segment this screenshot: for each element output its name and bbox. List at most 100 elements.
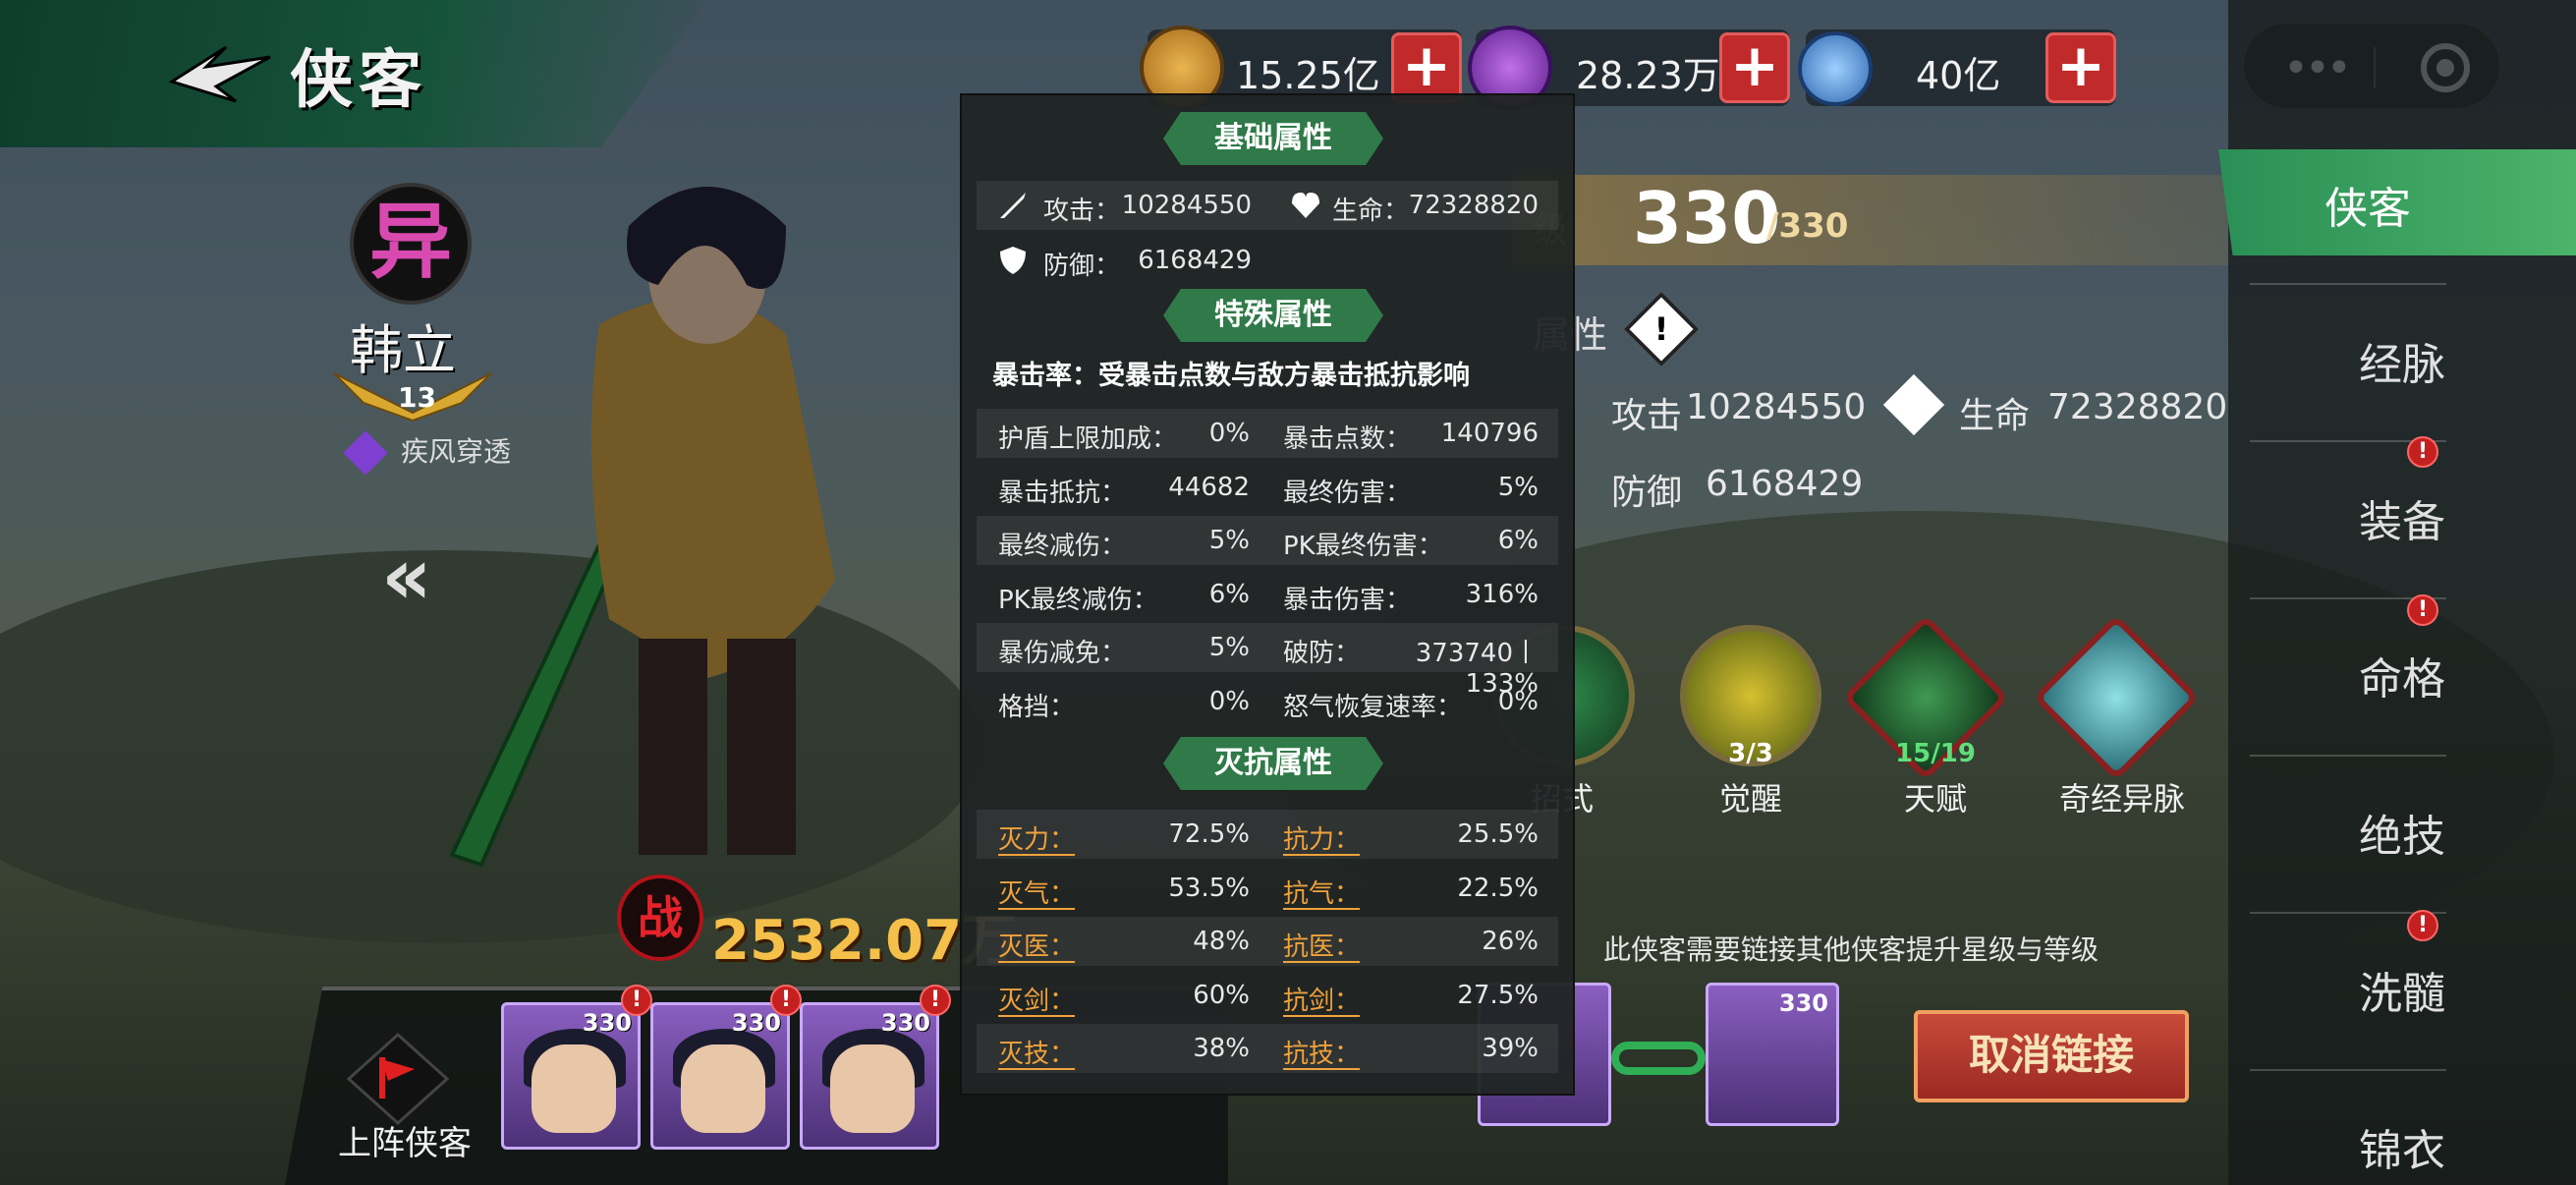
attr-value: 0% xyxy=(1497,686,1539,716)
add-purple-button[interactable]: + xyxy=(1719,32,1790,103)
skill-tag-label: 疾风穿透 xyxy=(401,435,512,468)
hp-value: 72328820 xyxy=(2047,387,2228,427)
attr-label: 格挡： xyxy=(998,692,1076,722)
nav-item-equipment[interactable]: 装备 xyxy=(2250,437,2554,594)
back-swallow-icon[interactable] xyxy=(167,37,275,106)
heart-icon xyxy=(1292,193,1319,218)
attr-label: 抗医： xyxy=(1283,932,1361,962)
attr-value: 48% xyxy=(1193,927,1250,956)
basic-row: 攻击： 10284550 生命： 72328820 xyxy=(977,181,1558,230)
def-label: 防御 xyxy=(1611,473,1683,513)
nav-item-label: 绝技 xyxy=(2359,812,2445,862)
attr-row: 灭气： 53.5% 抗气： 22.5% xyxy=(977,864,1558,913)
roster-portrait[interactable]: 330 xyxy=(650,1002,790,1150)
attr-value: 27.5% xyxy=(1457,980,1539,1010)
attr-value: 25.5% xyxy=(1457,819,1539,849)
deploy-label: 上阵侠客 xyxy=(338,1124,472,1163)
page-title: 侠客 xyxy=(290,43,427,117)
attr-label: 灭力： xyxy=(998,825,1076,855)
attr-label: 暴伤减免： xyxy=(998,639,1127,668)
attr-value: 38% xyxy=(1193,1034,1250,1063)
skill-diamond-icon xyxy=(343,430,388,476)
attr-label: 暴击抵抗： xyxy=(998,478,1127,508)
deploy-flag-icon[interactable] xyxy=(344,1030,452,1128)
attr-row: 暴伤减免： 5% 破防： 373740丨133% xyxy=(977,623,1558,699)
attr-label: 抗气： xyxy=(1283,878,1361,909)
attr-value: 5% xyxy=(1208,633,1250,662)
resist-attr-title: 灭抗属性 xyxy=(1163,737,1383,790)
def-value: 6168429 xyxy=(1706,464,1864,504)
attr-label: 暴击点数： xyxy=(1283,424,1412,454)
hero-level: 330 xyxy=(1633,177,1781,259)
nav-item-ultimate[interactable]: 绝技 xyxy=(2250,752,2554,909)
portrait-level: 330 xyxy=(731,1009,781,1037)
nav-item-robe[interactable]: 锦衣 xyxy=(2250,1066,2554,1185)
star-level: 13 xyxy=(398,381,436,414)
hp-value: 72328820 xyxy=(1408,191,1539,220)
shield-icon xyxy=(1000,247,1026,274)
attr-row: 护盾上限加成： 0% 暴击点数： 140796 xyxy=(977,409,1558,458)
power-icon: 战 xyxy=(617,875,703,961)
alert-dot: ! xyxy=(2407,910,2438,941)
level-bar xyxy=(1513,175,2228,265)
roster-portrait[interactable]: 330 xyxy=(501,1002,641,1150)
alert-dot: ! xyxy=(621,985,652,1016)
crit-note: 暴击率：受暴击点数与敌方暴击抵抗影响 xyxy=(992,361,1470,391)
def-label: 防御： xyxy=(1043,252,1121,281)
nav-item-label: 锦衣 xyxy=(2359,1126,2445,1176)
currency-value: 15.25亿 xyxy=(1236,54,1380,97)
nav-item-meridian[interactable]: 经脉 xyxy=(2250,280,2554,437)
nav-item-label: 经脉 xyxy=(2359,340,2445,390)
attr-value: 5% xyxy=(1497,472,1539,502)
hp-label: 生命： xyxy=(1332,197,1410,226)
nav-item-fate[interactable]: 命格 xyxy=(2250,594,2554,752)
portrait-face xyxy=(681,1044,765,1133)
nav-item-label: 装备 xyxy=(2359,497,2445,547)
unlink-button[interactable]: 取消链接 xyxy=(1914,1010,2189,1102)
attr-row: 格挡： 0% 怒气恢复速率： 0% xyxy=(977,677,1558,726)
attr-value: 72.5% xyxy=(1168,819,1250,849)
attr-label: 灭医： xyxy=(998,932,1076,962)
basic-row: 防御： 6168429 xyxy=(977,236,1558,285)
attack-label: 攻击： xyxy=(1043,197,1121,226)
portrait-level: 330 xyxy=(880,1009,930,1037)
attack-value: 10284550 xyxy=(1686,387,1867,427)
sword-icon xyxy=(1000,193,1026,218)
skill-talent-label: 天赋 xyxy=(1903,780,1967,818)
skill-talent-count: 15/19 xyxy=(1895,739,1976,768)
linked-portrait[interactable]: 330 xyxy=(1706,983,1839,1126)
attr-value: 22.5% xyxy=(1457,873,1539,903)
skill-tag[interactable]: 疾风穿透 xyxy=(343,430,512,476)
attr-value: 5% xyxy=(1208,526,1250,555)
nav-item-label: 洗髓 xyxy=(2359,969,2445,1019)
attr-row: 灭剑： 60% 抗剑： 27.5% xyxy=(977,971,1558,1020)
attr-row: 最终减伤： 5% PK最终伤害： 6% xyxy=(977,516,1558,565)
attr-row: 暴击抵抗： 44682 最终伤害： 5% xyxy=(977,463,1558,512)
attr-value: 6% xyxy=(1208,579,1250,609)
nav-item-label: 命格 xyxy=(2359,654,2445,705)
attr-label: 灭剑： xyxy=(998,986,1076,1016)
attr-value: 0% xyxy=(1208,686,1250,716)
attr-value: 316% xyxy=(1465,579,1539,609)
attr-value: 26% xyxy=(1482,927,1539,956)
linked-level: 330 xyxy=(1778,989,1828,1017)
attr-value: 53.5% xyxy=(1168,873,1250,903)
portrait-face xyxy=(532,1044,616,1133)
add-blue-button[interactable]: + xyxy=(2045,32,2116,103)
roster-portrait[interactable]: 330 xyxy=(800,1002,939,1150)
prev-hero-arrow-icon[interactable]: « xyxy=(381,531,432,622)
nav-item-marrow[interactable]: 洗髓 xyxy=(2250,909,2554,1066)
attr-value: 0% xyxy=(1208,419,1250,448)
attr-row: PK最终减伤： 6% 暴击伤害： 316% xyxy=(977,570,1558,619)
nav-item-hero[interactable]: 侠客 xyxy=(2218,149,2576,255)
alert-dot: ! xyxy=(2407,436,2438,468)
attr-label: 灭气： xyxy=(998,878,1076,909)
attr-label: 抗剑： xyxy=(1283,986,1361,1016)
attr-row: 灭力： 72.5% 抗力： 25.5% xyxy=(977,810,1558,859)
skill-meridian-label: 奇经异脉 xyxy=(2058,780,2185,818)
attr-value: 39% xyxy=(1482,1034,1539,1063)
attack-value: 10284550 xyxy=(1121,191,1252,220)
attr-row: 灭医： 48% 抗医： 26% xyxy=(977,917,1558,966)
currency-blue: 40亿 + xyxy=(1798,29,2116,106)
attr-value: 60% xyxy=(1193,980,1250,1010)
